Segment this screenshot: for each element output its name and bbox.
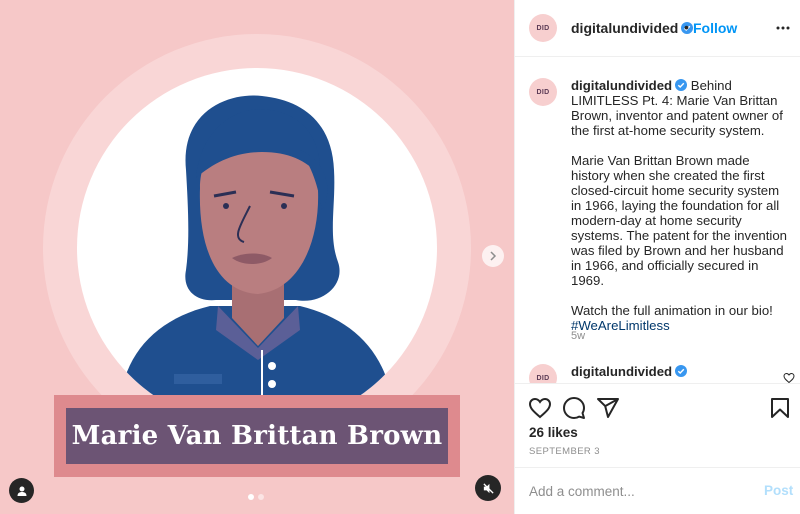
caption-body: Behind LIMITLESS Pt. 4: Marie Van Britta… (571, 78, 788, 318)
header-username[interactable]: digitalundivided (571, 20, 694, 36)
verified-icon (675, 79, 688, 91)
likes-count[interactable]: 26 likes (529, 425, 578, 440)
chevron-right-icon (490, 251, 497, 261)
add-comment-bar: Post (515, 467, 800, 514)
mute-button[interactable] (475, 475, 501, 501)
next-slide-button[interactable] (482, 245, 504, 267)
post-media[interactable]: Marie Van Brittan Brown (0, 0, 514, 514)
comment-icon[interactable] (562, 396, 586, 420)
separator: • (684, 19, 689, 35)
share-icon[interactable] (596, 396, 620, 420)
follow-button[interactable]: Follow (693, 20, 737, 36)
hashtag-link[interactable]: #WeAreLimitless (571, 318, 670, 333)
caption-username[interactable]: digitalundivided (571, 78, 672, 93)
post-date[interactable]: SEPTEMBER 3 (529, 446, 600, 457)
name-banner-text: Marie Van Brittan Brown (66, 408, 448, 464)
avatar[interactable]: DID (529, 14, 557, 42)
comment-input[interactable] (529, 480, 749, 502)
carousel-dot (258, 494, 264, 500)
post-details-panel: DID digitalundivided • Follow DID digita… (514, 0, 800, 514)
avatar[interactable]: DID (529, 78, 557, 106)
username-text[interactable]: digitalundivided (571, 364, 672, 379)
comment-like-icon[interactable] (783, 372, 795, 383)
muted-icon (482, 482, 494, 494)
caption-timestamp[interactable]: 5w (571, 330, 585, 342)
carousel-dot (248, 494, 254, 500)
more-icon[interactable] (775, 20, 791, 36)
caption-text: digitalundivided Behind LIMITLESS Pt. 4:… (571, 78, 789, 333)
post-header: DID digitalundivided • Follow (515, 0, 800, 57)
user-tag-icon (17, 486, 26, 496)
post-actions: 26 likes SEPTEMBER 3 (515, 383, 800, 467)
heart-icon[interactable] (528, 396, 552, 420)
username-text[interactable]: digitalundivided (571, 20, 678, 36)
verified-icon (675, 365, 688, 377)
avatar[interactable]: DID (529, 364, 557, 383)
post-comment-button[interactable]: Post (764, 483, 793, 498)
comments-area[interactable]: DID digitalundivided Behind LIMITLESS Pt… (515, 58, 800, 383)
tagged-users-button[interactable] (9, 478, 34, 503)
comment-username[interactable]: digitalundivided (571, 364, 688, 379)
carousel-indicator (248, 494, 264, 500)
bookmark-icon[interactable] (768, 396, 792, 420)
